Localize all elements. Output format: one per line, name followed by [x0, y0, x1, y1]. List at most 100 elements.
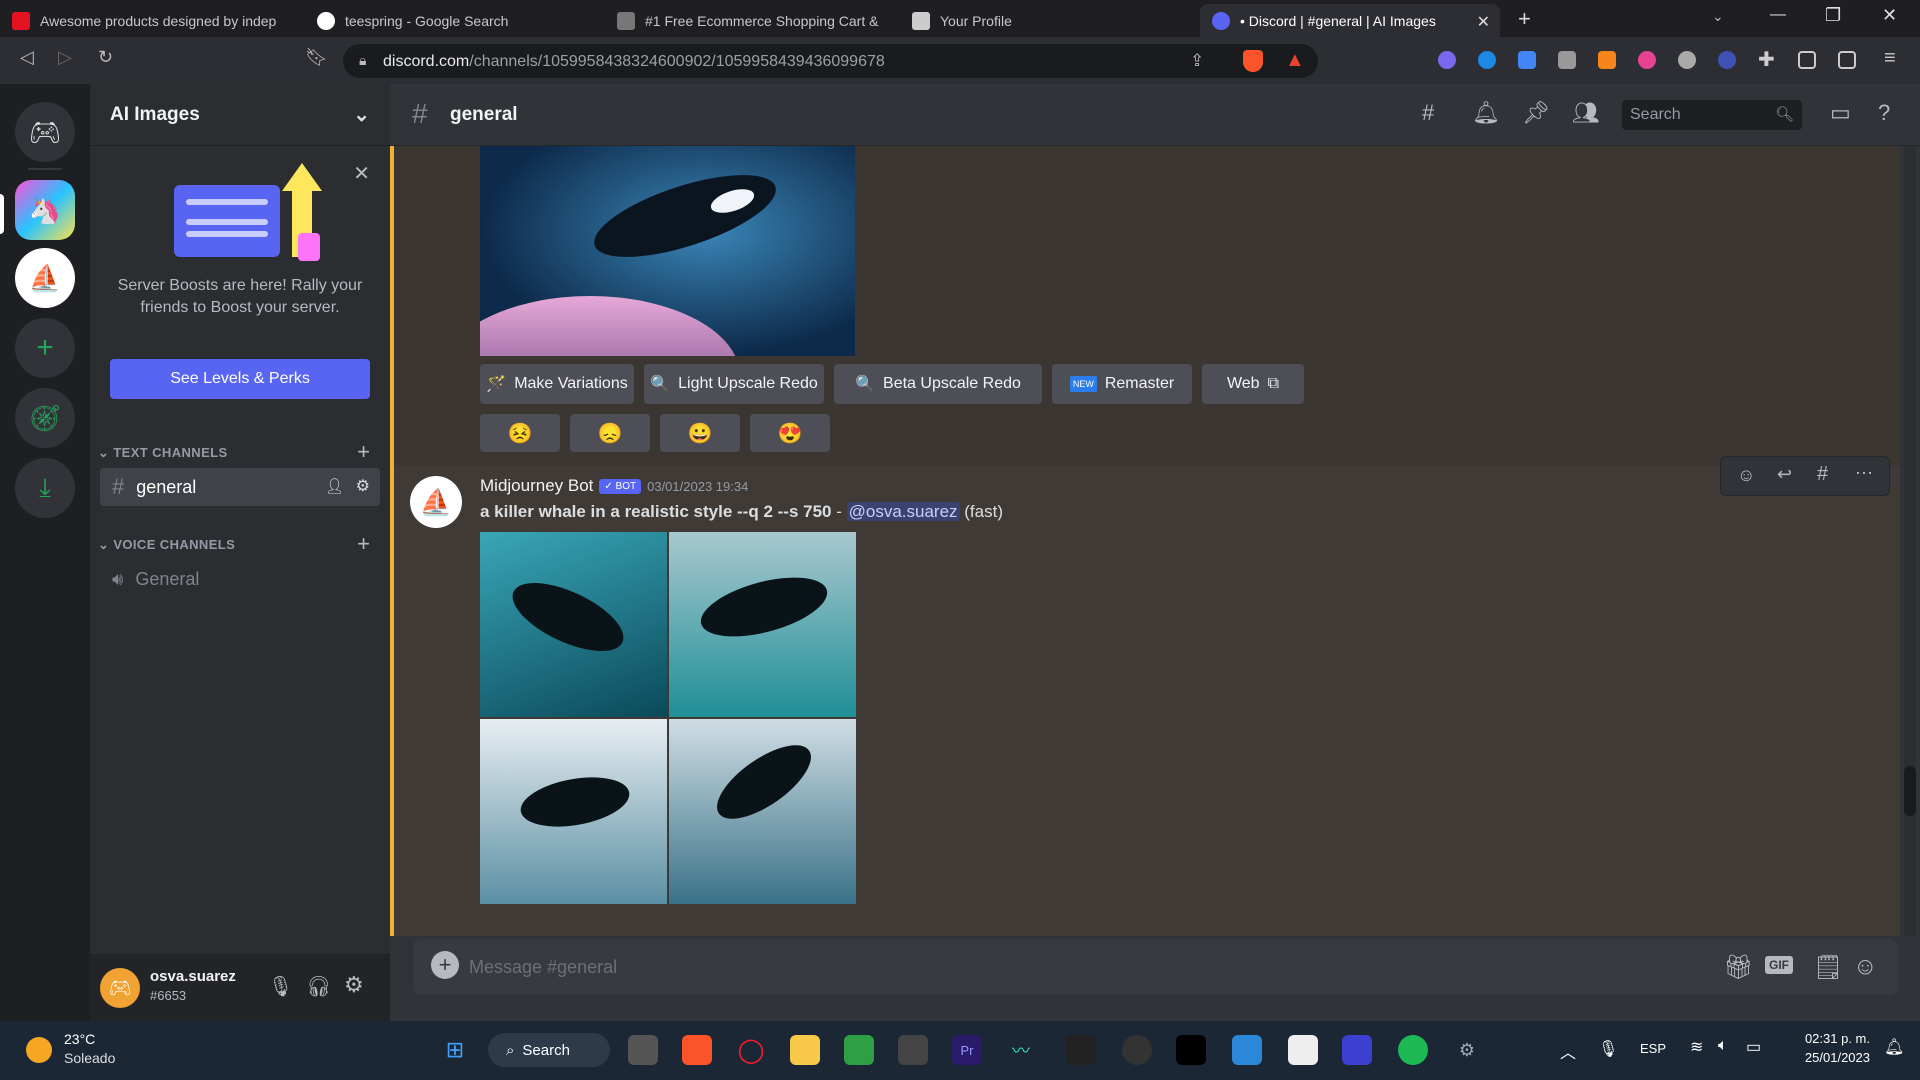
close-tab-icon[interactable]: ✕: [1477, 12, 1490, 32]
message-composer[interactable]: + Message #general 🎁︎ GIF 🗒︎ ☺: [413, 939, 1898, 995]
app-icon[interactable]: 〰: [1006, 1035, 1036, 1065]
bookmark-icon[interactable]: 🔖︎: [305, 47, 328, 68]
minimize-icon[interactable]: —: [1770, 6, 1786, 24]
extension-icon[interactable]: [1438, 51, 1456, 69]
opera-icon[interactable]: ◯: [736, 1035, 766, 1065]
add-server-icon[interactable]: +: [15, 318, 75, 378]
user-mention[interactable]: @osva.suarez: [846, 502, 960, 521]
extension-icon[interactable]: [1558, 51, 1576, 69]
member-list-icon[interactable]: 👥︎: [1572, 100, 1600, 126]
app-icon[interactable]: [1232, 1035, 1262, 1065]
close-window-icon[interactable]: ✕: [1882, 5, 1897, 26]
settings-gear-icon[interactable]: ⚙: [1452, 1035, 1482, 1065]
browser-tab[interactable]: #1 Free Ecommerce Shopping Cart &: [605, 4, 905, 37]
url-field[interactable]: 🔒︎ discord.com/channels/1059958438324600…: [343, 44, 1318, 78]
search-input[interactable]: Search 🔍︎: [1622, 100, 1802, 130]
tray-chevron-up-icon[interactable]: ︿: [1560, 1039, 1576, 1063]
premiere-icon[interactable]: Pr: [952, 1035, 982, 1065]
brave-shield-icon[interactable]: [1243, 50, 1263, 72]
reaction-button[interactable]: 😀: [660, 414, 740, 452]
clock-date[interactable]: 25/01/2023: [1786, 1050, 1870, 1065]
battery-icon[interactable]: ▭: [1746, 1037, 1761, 1057]
add-reaction-icon[interactable]: ☺: [1737, 465, 1755, 486]
grid-image[interactable]: [669, 719, 856, 904]
add-attachment-icon[interactable]: +: [431, 951, 459, 979]
extension-icon[interactable]: [1638, 51, 1656, 69]
extension-icon[interactable]: [1678, 51, 1696, 69]
emoji-icon[interactable]: ☺: [1853, 953, 1878, 981]
invite-icon[interactable]: 👤︎: [325, 477, 344, 495]
browser-tab[interactable]: teespring - Google Search: [305, 4, 605, 37]
brave-browser-icon[interactable]: [682, 1035, 712, 1065]
taskbar-search[interactable]: ⌕ Search: [488, 1033, 610, 1067]
translate-icon[interactable]: [1518, 51, 1536, 69]
voice-channels-category[interactable]: ⌄ VOICE CHANNELS: [98, 537, 235, 553]
new-tab-icon[interactable]: +: [1518, 6, 1531, 32]
web-button[interactable]: Web ⧉: [1202, 364, 1304, 404]
brave-rewards-icon[interactable]: ▲: [1285, 49, 1305, 72]
server-header[interactable]: AI Images ⌄: [90, 84, 390, 146]
make-variations-button[interactable]: 🪄 Make Variations: [480, 364, 634, 404]
reload-icon[interactable]: ↻: [98, 47, 113, 68]
obs-icon[interactable]: [1122, 1035, 1152, 1065]
tab-list-icon[interactable]: ⌄: [1712, 8, 1724, 25]
create-text-channel-icon[interactable]: +: [357, 439, 370, 465]
grid-image[interactable]: [480, 532, 667, 717]
extension-icon[interactable]: [1718, 51, 1736, 69]
share-icon[interactable]: ⇪: [1190, 51, 1204, 71]
channel-general[interactable]: # general 👤︎ ⚙: [100, 468, 380, 506]
scrollbar[interactable]: [1904, 146, 1916, 936]
language-indicator[interactable]: ESP: [1640, 1041, 1666, 1056]
grid-image[interactable]: [669, 532, 856, 717]
wifi-icon[interactable]: ≋: [1690, 1037, 1703, 1057]
reaction-button[interactable]: 😍: [750, 414, 830, 452]
grid-image[interactable]: [480, 719, 667, 904]
reaction-button[interactable]: 😞: [570, 414, 650, 452]
create-thread-icon[interactable]: #: [1817, 463, 1828, 486]
davinci-icon[interactable]: [1066, 1035, 1096, 1065]
inbox-icon[interactable]: ▭: [1830, 100, 1851, 126]
user-settings-icon[interactable]: ⚙: [344, 972, 364, 998]
weather-sun-icon[interactable]: [26, 1037, 52, 1063]
sidebar-icon[interactable]: [1798, 51, 1816, 69]
reply-icon[interactable]: ↩: [1777, 464, 1792, 485]
server-midjourney-icon[interactable]: ⛵: [15, 248, 75, 308]
download-apps-icon[interactable]: ⤓: [15, 458, 75, 518]
bell-icon[interactable]: 🔔︎: [1472, 100, 1500, 126]
server-ai-images-icon[interactable]: 🦄: [15, 180, 75, 240]
text-channels-category[interactable]: ⌄ TEXT CHANNELS: [98, 445, 228, 461]
author-name[interactable]: Midjourney Bot: [480, 476, 593, 496]
gear-icon[interactable]: ⚙: [356, 476, 370, 496]
browser-tab[interactable]: Your Profile: [900, 4, 1200, 37]
headphones-icon[interactable]: 🎧︎: [306, 974, 331, 999]
browser-tab-active[interactable]: • Discord | #general | AI Images ✕: [1200, 4, 1500, 37]
clock-time[interactable]: 02:31 p. m.: [1786, 1031, 1870, 1046]
extension-icon[interactable]: [1478, 51, 1496, 69]
forward-icon[interactable]: ▷: [58, 47, 72, 68]
light-upscale-redo-button[interactable]: 🔍 Light Upscale Redo: [644, 364, 824, 404]
metamask-icon[interactable]: [1598, 51, 1616, 69]
see-levels-perks-button[interactable]: See Levels & Perks: [110, 359, 370, 399]
reaction-button[interactable]: 😣: [480, 414, 560, 452]
gift-icon[interactable]: 🎁︎: [1723, 953, 1753, 982]
mic-icon[interactable]: 🎙︎: [1598, 1039, 1618, 1059]
close-icon[interactable]: ✕: [353, 161, 370, 186]
message[interactable]: ☺ ↩ # ⋯ ⛵ Midjourney Bot ✓ BOT 03/01/202…: [394, 456, 1900, 936]
back-icon[interactable]: ◁: [20, 47, 34, 68]
notification-bell-icon[interactable]: 🔔︎: [1884, 1037, 1904, 1057]
store-icon[interactable]: [1288, 1035, 1318, 1065]
app-icon[interactable]: [844, 1035, 874, 1065]
task-view-icon[interactable]: [628, 1035, 658, 1065]
sticker-icon[interactable]: 🗒︎: [1813, 953, 1843, 982]
generated-image[interactable]: [480, 146, 855, 356]
channel-voice-general[interactable]: 🔊︎ General: [100, 560, 380, 598]
browser-tab[interactable]: Awesome products designed by indep: [0, 4, 300, 37]
spotify-icon[interactable]: [1398, 1035, 1428, 1065]
mic-muted-icon[interactable]: 🎙︎: [268, 974, 293, 999]
help-icon[interactable]: ?: [1878, 100, 1890, 126]
bot-avatar[interactable]: ⛵: [410, 476, 462, 528]
create-voice-channel-icon[interactable]: +: [357, 531, 370, 557]
pin-icon[interactable]: 📌︎: [1522, 100, 1550, 126]
gif-icon[interactable]: GIF: [1765, 956, 1793, 974]
wallet-icon[interactable]: [1838, 51, 1856, 69]
